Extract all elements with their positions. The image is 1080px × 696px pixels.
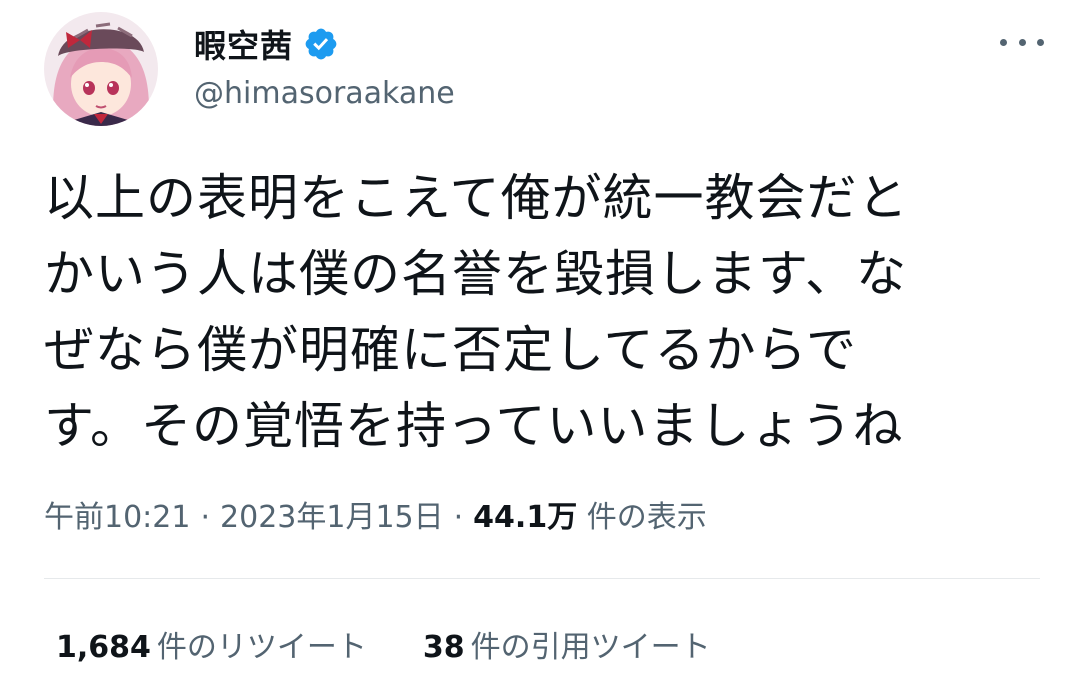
more-dot bbox=[1037, 38, 1044, 46]
author-name-row: 暇空茜 bbox=[194, 22, 339, 66]
views-label: 件の表示 bbox=[586, 500, 707, 535]
views-count: 44.1万 bbox=[473, 500, 578, 535]
quotes-label: 件の引用ツイート bbox=[470, 630, 711, 665]
more-dot bbox=[1000, 38, 1007, 46]
meta-separator: · bbox=[200, 500, 211, 535]
more-dot bbox=[1018, 38, 1026, 46]
engagement-stats: 1,684 件のリツイート 38 件の引用ツイート bbox=[56, 622, 767, 666]
author-display-name[interactable]: 暇空茜 bbox=[194, 21, 293, 67]
avatar[interactable] bbox=[44, 12, 158, 126]
tweet-time[interactable]: 午前10:21 bbox=[44, 500, 190, 535]
retweets-stat[interactable]: 1,684 件のリツイート bbox=[56, 622, 367, 666]
tweet-text-line: 以上の表明をこえて俺が統一教会だと bbox=[44, 169, 909, 227]
tweet-metadata: 午前10:21 · 2023年1月15日 · 44.1万 件の表示 bbox=[44, 492, 707, 536]
divider bbox=[44, 578, 1040, 579]
more-options-icon[interactable] bbox=[1000, 30, 1044, 54]
meta-separator: · bbox=[453, 500, 464, 535]
verified-badge-icon bbox=[303, 26, 339, 62]
tweet-header: 暇空茜 @himasoraakane bbox=[44, 12, 1044, 132]
avatar-image bbox=[44, 12, 158, 126]
retweets-label: 件のリツイート bbox=[156, 630, 367, 665]
tweet-text-line: かいう人は僕の名誉を毀損します、な bbox=[44, 245, 907, 303]
retweets-count: 1,684 bbox=[56, 630, 151, 665]
quotes-stat[interactable]: 38 件の引用ツイート bbox=[423, 622, 711, 666]
tweet-text: 以上の表明をこえて俺が統一教会だと かいう人は僕の名誉を毀損します、な ぜなら僕… bbox=[44, 160, 1034, 464]
quotes-count: 38 bbox=[422, 630, 465, 665]
tweet-text-line: す。その覚悟を持っていいましょうね bbox=[44, 397, 904, 455]
tweet-text-line: ぜなら僕が明確に否定してるからで bbox=[44, 321, 857, 379]
author-handle[interactable]: @himasoraakane bbox=[194, 76, 455, 111]
tweet-date[interactable]: 2023年1月15日 bbox=[220, 500, 444, 535]
